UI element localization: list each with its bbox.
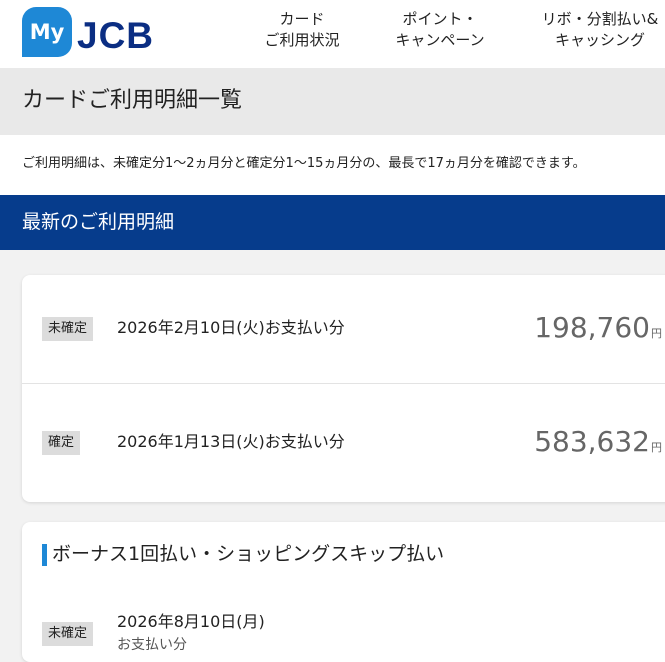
bonus-payment-sub: お支払い分 — [117, 637, 187, 653]
status-badge: 確定 — [42, 431, 81, 455]
bonus-payment-date[interactable]: 2026年8月10日(月) — [117, 610, 265, 634]
payment-date: 2026年1月13日(火)お支払い分 — [117, 432, 345, 451]
logo-my-badge: My — [22, 7, 72, 57]
amount-unit: 円 — [651, 441, 662, 454]
statement-row[interactable]: 確定 2026年1月13日(火)お支払い分 583,632円 — [22, 383, 665, 492]
status-badge: 未確定 — [42, 317, 94, 341]
latest-statements-title: 最新のご利用明細 — [22, 211, 175, 233]
bonus-payment-card: ボーナス1回払い・ショッピングスキップ払い 未確定 2026年8月10日(月) … — [22, 522, 665, 662]
nav-revolving-cashing[interactable]: リボ・分割払い& キャッシング — [530, 9, 665, 53]
latest-statements-card: 未確定 2026年2月10日(火)お支払い分 198,760円 確定 2026年… — [22, 275, 665, 502]
site-header: My JCB カード ご利用状況 ポイント・ キャンペーン リボ・分割払い& キ… — [0, 0, 665, 68]
myjcb-logo[interactable]: My JCB — [22, 7, 187, 59]
section-accent-bar — [42, 544, 47, 566]
amount-value: 583,632 — [534, 425, 650, 458]
notice-bar: ご利用明細は、未確定分1〜2ヵ月分と確定分1〜15ヵ月分の、最長で17ヵ月分を確… — [0, 135, 665, 195]
amount-unit: 円 — [651, 327, 662, 340]
statement-row[interactable]: 未確定 2026年2月10日(火)お支払い分 198,760円 — [22, 275, 665, 383]
bonus-section-title: ボーナス1回払い・ショッピングスキップ払い — [52, 543, 445, 565]
statement-amount: 198,760円 — [534, 308, 662, 348]
payment-date: 2026年2月10日(火)お支払い分 — [117, 318, 345, 337]
status-badge: 未確定 — [42, 622, 94, 646]
statement-amount: 583,632円 — [534, 422, 662, 462]
nav-points-campaign[interactable]: ポイント・ キャンペーン — [384, 9, 496, 53]
logo-jcb-wordmark: JCB — [77, 15, 155, 56]
latest-statements-header: 最新のご利用明細 — [0, 195, 665, 250]
page-title-bar: カードご利用明細一覧 — [0, 68, 665, 135]
amount-value: 198,760 — [534, 311, 650, 344]
notice-text: ご利用明細は、未確定分1〜2ヵ月分と確定分1〜15ヵ月分の、最長で17ヵ月分を確… — [22, 156, 586, 171]
page-title: カードご利用明細一覧 — [22, 88, 243, 113]
nav-card-usage[interactable]: カード ご利用状況 — [258, 9, 346, 53]
